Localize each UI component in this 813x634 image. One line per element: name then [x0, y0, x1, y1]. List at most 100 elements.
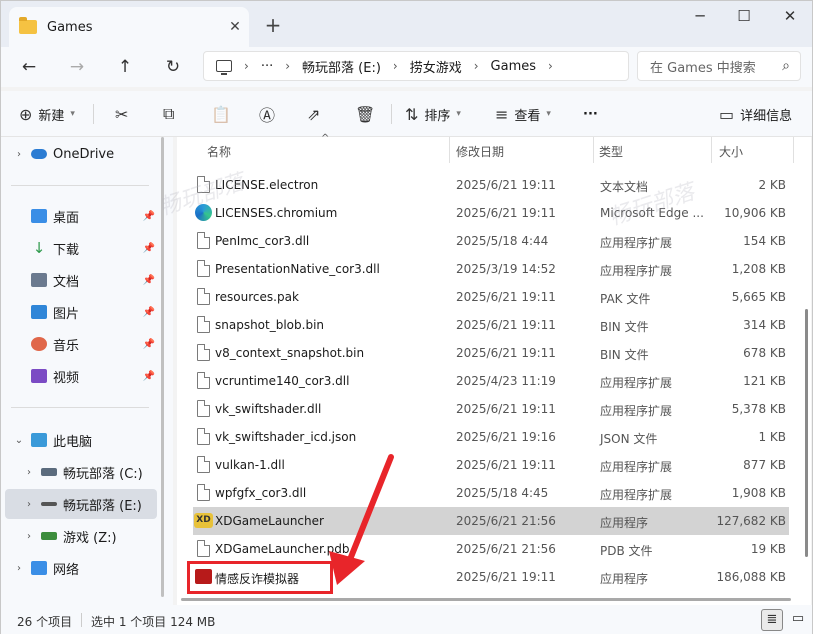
- sidebar-item-documents[interactable]: 文档 📌: [1, 265, 161, 295]
- table-row[interactable]: snapshot_blob.bin 2025/6/21 19:11 BIN 文件…: [193, 311, 789, 339]
- file-date: 2025/6/21 19:11: [456, 206, 556, 220]
- drive-icon: [41, 468, 57, 476]
- sidebar-item-label: 畅玩部落 (E:): [63, 498, 142, 514]
- table-row[interactable]: vulkan-1.dll 2025/6/21 19:11 应用程序扩展 877 …: [193, 451, 789, 479]
- pin-icon[interactable]: 📌: [143, 243, 155, 254]
- navigation-bar: ← → ↑ ↻ › ··· › 畅玩部落 (E:) › 捞女游戏 › Games…: [1, 47, 812, 87]
- file-name: vk_swiftshader_icd.json: [215, 430, 357, 444]
- minimize-button[interactable]: ─: [677, 1, 723, 33]
- pin-icon[interactable]: 📌: [143, 275, 155, 286]
- breadcrumb-more[interactable]: ···: [261, 59, 273, 74]
- sidebar-item-drive-e[interactable]: › 畅玩部落 (E:): [5, 489, 157, 519]
- file-name: XDGameLauncher: [215, 514, 324, 528]
- refresh-button[interactable]: ↻: [159, 53, 187, 81]
- back-button[interactable]: ←: [15, 53, 43, 81]
- horizontal-scrollbar[interactable]: [181, 598, 791, 601]
- file-icon: [197, 540, 210, 557]
- drive-icon: [41, 532, 57, 540]
- sort-button[interactable]: ⇅ 排序 ▾: [405, 101, 461, 127]
- breadcrumb-folder[interactable]: 捞女游戏: [410, 57, 462, 76]
- table-row[interactable]: PenImc_cor3.dll 2025/5/18 4:44 应用程序扩展 15…: [193, 227, 789, 255]
- file-size: 314 KB: [743, 318, 786, 332]
- table-row[interactable]: wpfgfx_cor3.dll 2025/5/18 4:45 应用程序扩展 1,…: [193, 479, 789, 507]
- file-type: BIN 文件: [600, 348, 649, 362]
- table-row[interactable]: PresentationNative_cor3.dll 2025/3/19 14…: [193, 255, 789, 283]
- table-row[interactable]: v8_context_snapshot.bin 2025/6/21 19:11 …: [193, 339, 789, 367]
- download-icon: ↓: [32, 239, 46, 257]
- cut-button[interactable]: ✂: [115, 101, 134, 127]
- document-icon: [31, 273, 47, 287]
- chevron-right-icon[interactable]: ›: [13, 563, 25, 574]
- view-button[interactable]: ≡ 查看 ▾: [495, 101, 551, 127]
- chevron-right-icon[interactable]: ›: [23, 531, 35, 542]
- tiles-view-button[interactable]: ▭: [787, 609, 809, 631]
- sidebar-item-videos[interactable]: 视频 📌: [1, 361, 161, 391]
- close-window-button[interactable]: ✕: [767, 1, 813, 33]
- copy-icon: ⧉: [163, 104, 175, 123]
- chevron-down-icon[interactable]: ⌄: [13, 435, 25, 446]
- sidebar-item-desktop[interactable]: 桌面 📌: [1, 201, 161, 231]
- sidebar-item-music[interactable]: 音乐 📌: [1, 329, 161, 359]
- column-name[interactable]: 名称: [207, 143, 231, 160]
- copy-button[interactable]: ⧉: [163, 101, 180, 127]
- chevron-right-icon[interactable]: ›: [23, 499, 35, 510]
- delete-button[interactable]: 🗑: [355, 101, 381, 127]
- column-size[interactable]: 大小: [719, 143, 743, 160]
- breadcrumb-drive[interactable]: 畅玩部落 (E:): [302, 57, 381, 76]
- table-row-selected[interactable]: XD XDGameLauncher 2025/6/21 21:56 应用程序 1…: [193, 507, 789, 535]
- details-pane-button[interactable]: ▭ 详细信息: [719, 101, 792, 127]
- vertical-scrollbar[interactable]: [805, 309, 808, 557]
- file-type: 应用程序扩展: [600, 460, 673, 474]
- new-tab-button[interactable]: +: [259, 13, 287, 39]
- chevron-right-icon: ›: [285, 59, 291, 73]
- file-icon: [197, 428, 210, 445]
- paste-button[interactable]: 📋: [211, 101, 237, 127]
- address-bar[interactable]: › ··· › 畅玩部落 (E:) › 捞女游戏 › Games ›: [203, 51, 629, 81]
- table-row[interactable]: vk_swiftshader_icd.json 2025/6/21 19:16 …: [193, 423, 789, 451]
- share-button[interactable]: ⇗: [307, 101, 326, 127]
- rename-button[interactable]: Ⓐ: [259, 101, 281, 127]
- sidebar-item-label: 视频: [53, 370, 80, 386]
- sidebar-item-drive-z[interactable]: › 游戏 (Z:): [1, 521, 161, 551]
- file-type: PDB 文件: [600, 544, 653, 558]
- new-button[interactable]: ⊕ 新建 ▾: [19, 101, 75, 127]
- drive-icon: [41, 502, 57, 506]
- file-type: 应用程序扩展: [600, 376, 673, 390]
- sidebar-item-network[interactable]: › 网络: [1, 553, 161, 583]
- sidebar-item-drive-c[interactable]: › 畅玩部落 (C:): [1, 457, 161, 487]
- chevron-right-icon[interactable]: ›: [23, 467, 35, 478]
- table-row[interactable]: resources.pak 2025/6/21 19:11 PAK 文件 5,6…: [193, 283, 789, 311]
- column-type[interactable]: 类型: [599, 143, 623, 160]
- pin-icon[interactable]: 📌: [143, 339, 155, 350]
- more-options-button[interactable]: ···: [583, 101, 598, 127]
- file-size: 19 KB: [750, 542, 786, 556]
- file-type: 应用程序: [600, 516, 649, 530]
- maximize-button[interactable]: ☐: [721, 1, 767, 33]
- column-modified[interactable]: 修改日期: [456, 143, 504, 160]
- file-date: 2025/6/21 21:56: [456, 542, 556, 556]
- sidebar-item-pictures[interactable]: 图片 📌: [1, 297, 161, 327]
- table-row[interactable]: XDGameLauncher.pdb 2025/6/21 21:56 PDB 文…: [193, 535, 789, 563]
- sidebar-item-label: 图片: [53, 306, 80, 322]
- up-button[interactable]: ↑: [111, 53, 139, 81]
- close-tab-button[interactable]: ✕: [221, 19, 249, 35]
- chevron-right-icon[interactable]: ›: [13, 149, 25, 160]
- table-row[interactable]: vcruntime140_cor3.dll 2025/4/23 11:19 应用…: [193, 367, 789, 395]
- pin-icon[interactable]: 📌: [143, 211, 155, 222]
- forward-button[interactable]: →: [63, 53, 91, 81]
- table-row[interactable]: LICENSES.chromium 2025/6/21 19:11 Micros…: [193, 199, 789, 227]
- sidebar-item-onedrive[interactable]: › OneDrive: [1, 139, 161, 169]
- breadcrumb-current[interactable]: Games: [491, 59, 536, 74]
- sidebar-item-downloads[interactable]: ↓ 下载 📌: [1, 233, 161, 263]
- file-type: 应用程序扩展: [600, 488, 673, 502]
- pin-icon[interactable]: 📌: [143, 307, 155, 318]
- sidebar-item-this-pc[interactable]: ⌄ 此电脑: [1, 425, 161, 455]
- search-input[interactable]: 在 Games 中搜索 ⌕: [637, 51, 801, 81]
- pin-icon[interactable]: 📌: [143, 371, 155, 382]
- scissors-icon: ✂: [115, 104, 129, 124]
- table-row[interactable]: vk_swiftshader.dll 2025/6/21 19:11 应用程序扩…: [193, 395, 789, 423]
- details-view-button[interactable]: ≣: [761, 609, 783, 631]
- table-row[interactable]: LICENSE.electron 2025/6/21 19:11 文本文档 2 …: [193, 171, 789, 199]
- tab-games[interactable]: Games ✕: [9, 7, 249, 47]
- command-bar: ⊕ 新建 ▾ ✂ ⧉ 📋 Ⓐ ⇗ 🗑 ⇅ 排序 ▾ ≡ 查看 ▾ ··· ▭ 详…: [1, 91, 812, 137]
